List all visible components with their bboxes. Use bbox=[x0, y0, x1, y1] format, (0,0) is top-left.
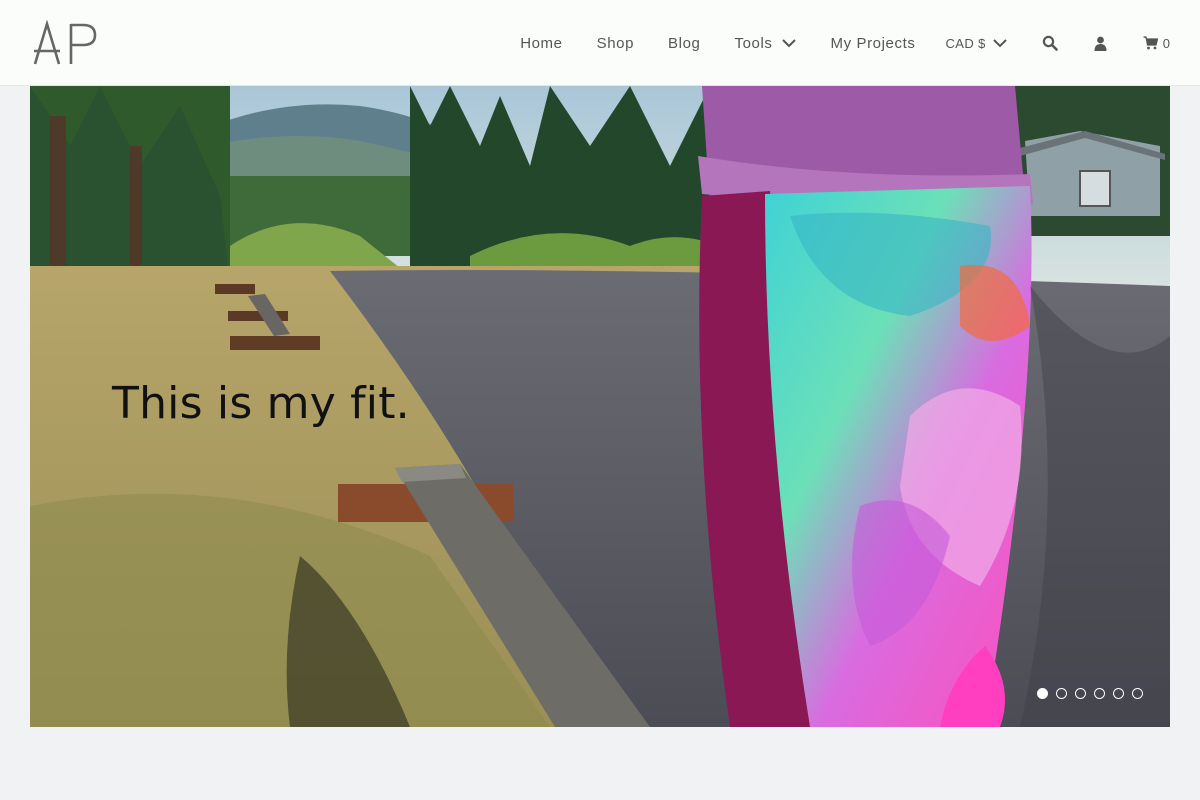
cart-icon bbox=[1143, 36, 1158, 50]
nav-blog[interactable]: Blog bbox=[668, 35, 700, 52]
slide-dot-4[interactable] bbox=[1094, 688, 1105, 699]
page-below-hero bbox=[0, 727, 1200, 800]
logo-mark-icon bbox=[33, 20, 97, 65]
slide-dot-3[interactable] bbox=[1075, 688, 1086, 699]
nav-tools-dropdown[interactable]: Tools bbox=[734, 35, 796, 52]
nav-home-label: Home bbox=[520, 34, 563, 52]
nav-my-projects-label: My Projects bbox=[830, 34, 916, 52]
search-icon bbox=[1042, 35, 1058, 51]
currency-selector[interactable]: CAD $ bbox=[945, 36, 1007, 51]
account-button[interactable] bbox=[1094, 36, 1107, 51]
slide-dot-5[interactable] bbox=[1113, 688, 1124, 699]
slideshow-pagination bbox=[1037, 688, 1151, 699]
nav-shop[interactable]: Shop bbox=[597, 35, 634, 52]
user-icon bbox=[1094, 36, 1107, 51]
nav-home[interactable]: Home bbox=[520, 35, 562, 52]
cart-button[interactable]: 0 bbox=[1143, 36, 1170, 51]
slide-dot-1[interactable] bbox=[1037, 688, 1048, 699]
currency-label: CAD $ bbox=[945, 35, 986, 51]
slide-dot-2[interactable] bbox=[1056, 688, 1067, 699]
nav-my-projects[interactable]: My Projects bbox=[831, 35, 916, 52]
chevron-down-icon bbox=[781, 39, 796, 48]
site-header: Home Shop Blog Tools My Projects CAD $ 0 bbox=[0, 0, 1200, 86]
nav-tools-label: Tools bbox=[734, 34, 773, 52]
nav-shop-label: Shop bbox=[596, 34, 635, 52]
chevron-down-icon bbox=[993, 39, 1007, 48]
search-button[interactable] bbox=[1042, 35, 1058, 51]
nav-blog-label: Blog bbox=[668, 34, 701, 52]
slide-dot-6[interactable] bbox=[1132, 688, 1143, 699]
cart-count: 0 bbox=[1162, 35, 1170, 51]
site-logo[interactable] bbox=[33, 20, 97, 66]
hero-caption: This is my fit. bbox=[112, 378, 410, 429]
main-nav: Home Shop Blog Tools My Projects CAD $ 0 bbox=[520, 0, 1170, 86]
hero-slideshow[interactable]: This is my fit. bbox=[30, 86, 1170, 727]
